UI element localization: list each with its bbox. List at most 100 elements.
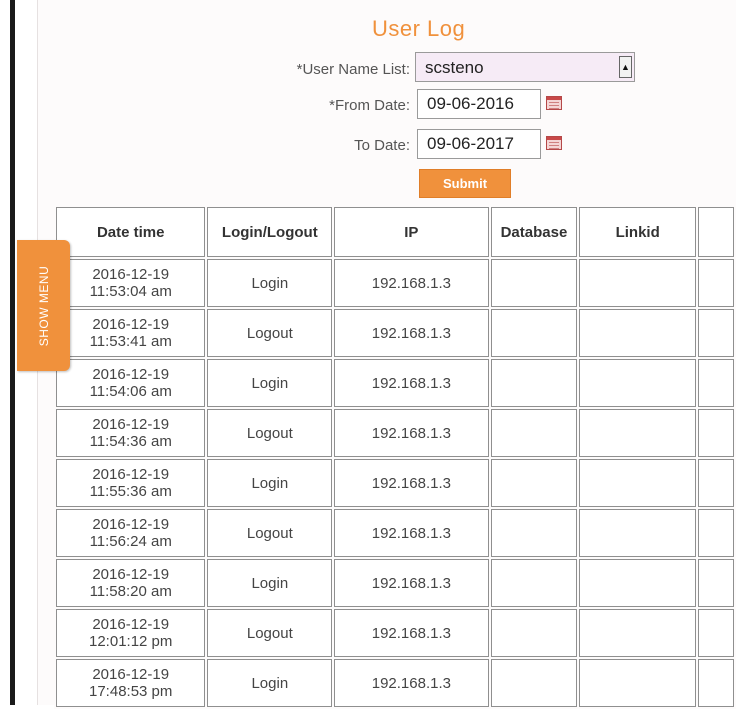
column-header-extra xyxy=(697,207,734,257)
time-text: 11:53:04 am xyxy=(89,283,172,300)
time-text: 11:55:36 am xyxy=(89,483,172,500)
cell-action: Login xyxy=(207,459,333,507)
cell-database xyxy=(490,509,578,557)
cell-linkid xyxy=(579,459,696,507)
cell-linkid xyxy=(579,609,696,657)
column-header-date-time: Date time xyxy=(56,207,206,257)
cell-date-time: 2016-12-19 11:58:20 am xyxy=(56,559,206,607)
table-header-row: Date time Login/Logout IP Database Linki… xyxy=(56,207,734,257)
table-body: 2016-12-19 11:53:04 am Login 192.168.1.3 201… xyxy=(56,259,734,707)
cell-date-time: 2016-12-19 11:54:06 am xyxy=(56,359,206,407)
cell-linkid xyxy=(579,509,696,557)
date-text: 2016-12-19 xyxy=(92,516,170,533)
cell-extra xyxy=(697,409,734,457)
cell-extra xyxy=(697,459,734,507)
table-row: 2016-12-19 17:48:53 pm Login 192.168.1.3 xyxy=(56,659,734,707)
time-text: 11:54:06 am xyxy=(89,383,172,400)
table-row: 2016-12-19 11:58:20 am Login 192.168.1.3 xyxy=(56,559,734,607)
cell-database xyxy=(490,359,578,407)
cell-linkid xyxy=(579,309,696,357)
to-date-input[interactable]: 09-06-2017 xyxy=(417,129,541,159)
column-header-ip: IP xyxy=(334,207,489,257)
submit-button[interactable]: Submit xyxy=(419,169,511,198)
cell-linkid xyxy=(579,259,696,307)
cell-extra xyxy=(697,659,734,707)
table-row: 2016-12-19 11:56:24 am Logout 192.168.1.3 xyxy=(56,509,734,557)
cell-action: Login xyxy=(207,359,333,407)
show-menu-tab[interactable]: SHOW MENU xyxy=(17,240,70,371)
cell-ip: 192.168.1.3 xyxy=(334,259,489,307)
cell-extra xyxy=(697,509,734,557)
cell-linkid xyxy=(579,409,696,457)
date-text: 2016-12-19 xyxy=(92,566,170,583)
time-text: 17:48:53 pm xyxy=(89,683,173,700)
dropdown-arrow-icon[interactable]: ▲ xyxy=(619,56,632,78)
cell-linkid xyxy=(579,359,696,407)
cell-extra xyxy=(697,559,734,607)
user-log-table: Date time Login/Logout IP Database Linki… xyxy=(54,205,736,709)
from-date-input[interactable]: 09-06-2016 xyxy=(417,89,541,119)
column-header-login-logout: Login/Logout xyxy=(207,207,333,257)
cell-date-time: 2016-12-19 11:55:36 am xyxy=(56,459,206,507)
cell-date-time: 2016-12-19 11:56:24 am xyxy=(56,509,206,557)
time-text: 12:01:12 pm xyxy=(89,633,173,650)
cell-database xyxy=(490,459,578,507)
cell-action: Login xyxy=(207,659,333,707)
time-text: 11:54:36 am xyxy=(89,433,172,450)
show-menu-label: SHOW MENU xyxy=(36,265,51,346)
cell-database xyxy=(490,609,578,657)
table-row: 2016-12-19 11:53:04 am Login 192.168.1.3 xyxy=(56,259,734,307)
to-date-row: To Date: xyxy=(200,131,410,159)
cell-action: Login xyxy=(207,259,333,307)
table-row: 2016-12-19 11:54:36 am Logout 192.168.1.3 xyxy=(56,409,734,457)
cell-action: Login xyxy=(207,559,333,607)
from-date-label: *From Date: xyxy=(329,97,410,114)
user-name-label: *User Name List: xyxy=(296,61,410,78)
cell-linkid xyxy=(579,659,696,707)
cell-extra xyxy=(697,359,734,407)
cell-ip: 192.168.1.3 xyxy=(334,659,489,707)
column-header-database: Database xyxy=(490,207,578,257)
date-text: 2016-12-19 xyxy=(92,366,170,383)
table-row: 2016-12-19 11:53:41 am Logout 192.168.1.3 xyxy=(56,309,734,357)
time-text: 11:53:41 am xyxy=(89,333,172,350)
cell-action: Logout xyxy=(207,309,333,357)
time-text: 11:56:24 am xyxy=(89,533,172,550)
user-name-value: scsteno xyxy=(425,58,484,77)
cell-ip: 192.168.1.3 xyxy=(334,609,489,657)
table-row: 2016-12-19 11:55:36 am Login 192.168.1.3 xyxy=(56,459,734,507)
cell-extra xyxy=(697,309,734,357)
cell-ip: 192.168.1.3 xyxy=(334,359,489,407)
cell-date-time: 2016-12-19 11:54:36 am xyxy=(56,409,206,457)
cell-action: Logout xyxy=(207,409,333,457)
date-text: 2016-12-19 xyxy=(92,666,170,683)
page-title: User Log xyxy=(372,16,466,41)
user-name-select[interactable]: scsteno ▲ xyxy=(415,52,635,82)
date-text: 2016-12-19 xyxy=(92,416,170,433)
cell-date-time: 2016-12-19 17:48:53 pm xyxy=(56,659,206,707)
calendar-icon[interactable] xyxy=(546,136,562,150)
cell-ip: 192.168.1.3 xyxy=(334,309,489,357)
table-row: 2016-12-19 11:54:06 am Login 192.168.1.3 xyxy=(56,359,734,407)
cell-date-time: 2016-12-19 11:53:41 am xyxy=(56,309,206,357)
cell-ip: 192.168.1.3 xyxy=(334,459,489,507)
cell-database xyxy=(490,259,578,307)
calendar-icon[interactable] xyxy=(546,96,562,110)
date-text: 2016-12-19 xyxy=(92,266,170,283)
date-text: 2016-12-19 xyxy=(92,616,170,633)
to-date-label: To Date: xyxy=(354,137,410,154)
cell-database xyxy=(490,559,578,607)
cell-linkid xyxy=(579,559,696,607)
from-date-row: *From Date: xyxy=(200,91,410,119)
cell-extra xyxy=(697,609,734,657)
cell-database xyxy=(490,659,578,707)
cell-ip: 192.168.1.3 xyxy=(334,559,489,607)
table-row: 2016-12-19 12:01:12 pm Logout 192.168.1.3 xyxy=(56,609,734,657)
user-name-row: *User Name List: xyxy=(200,55,410,83)
window-edge xyxy=(10,0,15,705)
date-text: 2016-12-19 xyxy=(92,316,170,333)
cell-ip: 192.168.1.3 xyxy=(334,509,489,557)
cell-date-time: 2016-12-19 12:01:12 pm xyxy=(56,609,206,657)
cell-database xyxy=(490,309,578,357)
cell-action: Logout xyxy=(207,609,333,657)
